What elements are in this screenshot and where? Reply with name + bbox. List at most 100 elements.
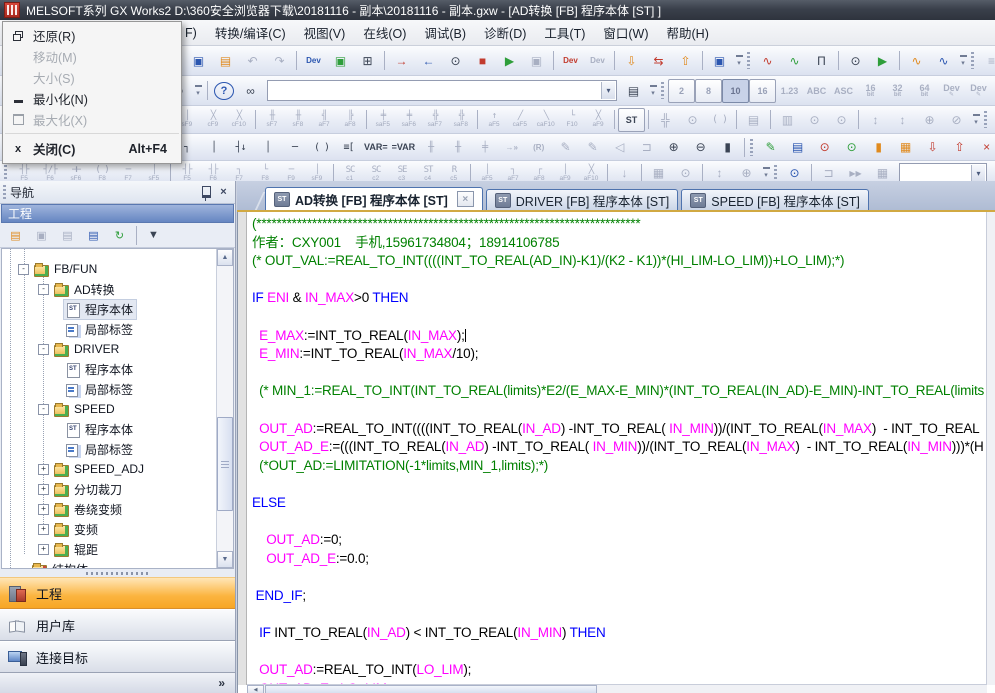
menu-item[interactable]: 在线(O) bbox=[354, 20, 415, 45]
toolbar-button[interactable]: ✎ bbox=[579, 135, 606, 159]
tree-item[interactable]: -AD转换 bbox=[2, 279, 217, 299]
toolbar-button[interactable]: ⊕ bbox=[916, 108, 943, 132]
toolbar-button[interactable]: ◁ bbox=[606, 135, 633, 159]
toolbar-button[interactable]: ⇧ bbox=[672, 49, 699, 73]
toolbar-sampling-trace-button[interactable]: ∿ bbox=[754, 49, 781, 73]
menu-item[interactable]: 窗口(W) bbox=[594, 20, 657, 45]
toolbar-button[interactable]: Π bbox=[808, 49, 835, 73]
menu-item[interactable]: 调试(B) bbox=[415, 20, 475, 45]
menu-item[interactable]: 工具(T) bbox=[535, 20, 594, 45]
toolbar-button[interactable]: ∿ bbox=[781, 49, 808, 73]
toolbar-read-from-plc-button[interactable]: ← bbox=[415, 49, 442, 73]
toolbar-button[interactable]: ▦ bbox=[892, 135, 919, 159]
toolbar-overflow-chevron[interactable]: ▾ bbox=[733, 50, 745, 72]
toolbar-display-mode-button[interactable]: 10 bbox=[722, 79, 749, 103]
toolbar-refresh-button[interactable]: ↻ bbox=[107, 225, 132, 246]
toolbar-monitor-start-button[interactable]: ▶ bbox=[496, 49, 523, 73]
toolbar-undo-button[interactable]: ↶ bbox=[239, 49, 266, 73]
toolbar-button[interactable]: ⇧ bbox=[946, 135, 973, 159]
menu-item[interactable]: 转换/编译(C) bbox=[206, 20, 295, 45]
toolbar-fkey-button[interactable]: ↑aF5 bbox=[481, 108, 507, 131]
toolbar-find-results-button[interactable]: ▤ bbox=[620, 79, 647, 103]
toolbar-button[interactable]: ⊐ bbox=[633, 135, 660, 159]
toolbar-display-mode-button[interactable]: VAR= bbox=[362, 135, 390, 159]
pin-button[interactable] bbox=[199, 185, 214, 199]
tree-item[interactable]: 程序本体 bbox=[2, 299, 217, 319]
tree-expander[interactable]: + bbox=[38, 544, 49, 555]
toolbar-fkey-button[interactable]: ╲caF10 bbox=[533, 108, 559, 131]
toolbar-button[interactable]: ≡ bbox=[978, 49, 995, 73]
system-menu-item[interactable]: 还原(R) bbox=[3, 25, 181, 46]
toolbar-display-mode-button[interactable]: Dev✎ bbox=[938, 79, 965, 103]
toolbar-fkey-button[interactable]: ╱caF5 bbox=[507, 108, 533, 131]
tree-expander[interactable]: - bbox=[38, 344, 49, 355]
toolbar-overflow-chevron[interactable]: ▾ bbox=[192, 80, 204, 102]
toolbar-button[interactable]: ∿ bbox=[903, 49, 930, 73]
system-menu-item[interactable]: x关闭(C)Alt+F4 bbox=[3, 137, 181, 160]
toolbar-fkey-button[interactable]: ╠aF8 bbox=[337, 108, 363, 131]
system-menu-item[interactable]: 最小化(N) bbox=[3, 88, 181, 109]
toolbar-device-display-button[interactable]: ▣ bbox=[327, 49, 354, 73]
toolbar-button[interactable]: ( ) bbox=[706, 108, 733, 132]
toolbar-button[interactable]: │ bbox=[200, 135, 227, 159]
tree-item[interactable]: 局部标签 bbox=[2, 379, 217, 399]
toolbar-filter-button[interactable]: ▼ bbox=[141, 225, 166, 246]
app-icon[interactable] bbox=[4, 2, 20, 18]
toolbar-zoom-in-button[interactable]: ⊕ bbox=[660, 135, 687, 159]
project-tree[interactable]: -FB/FUN-AD转换程序本体局部标签-DRIVER程序本体局部标签-SPEE… bbox=[1, 248, 234, 569]
toolbar-paste-button[interactable]: ▤ bbox=[55, 225, 80, 246]
toolbar-paste-button[interactable]: ▤ bbox=[212, 49, 239, 73]
panel-splitter-handle[interactable] bbox=[0, 569, 235, 577]
toolbar-button[interactable]: ┤↓ bbox=[227, 135, 254, 159]
toolbar-copy-button[interactable]: ▣ bbox=[29, 225, 54, 246]
menu-item[interactable]: 视图(V) bbox=[295, 20, 355, 45]
toolbar-button[interactable]: ▣ bbox=[523, 49, 550, 73]
toolbar-button[interactable]: ≡[ bbox=[335, 135, 362, 159]
toolbar-display-mode-button[interactable]: 64bit bbox=[911, 79, 938, 103]
toolbar-display-mode-button[interactable]: ABC bbox=[803, 79, 830, 103]
toolbar-button[interactable]: ⇩ bbox=[991, 108, 995, 132]
toolbar-button[interactable]: ╫ bbox=[417, 135, 444, 159]
tree-expander[interactable]: - bbox=[38, 404, 49, 415]
toolbar-button[interactable]: ▤ bbox=[784, 135, 811, 159]
toolbar-fkey-button[interactable]: ╳aF9 bbox=[585, 108, 611, 131]
toolbar-edit-mode-button[interactable]: ✎ bbox=[757, 135, 784, 159]
tree-item[interactable]: 程序本体 bbox=[2, 359, 217, 379]
menu-item[interactable]: 诊断(D) bbox=[475, 20, 535, 45]
close-panel-button[interactable]: × bbox=[216, 185, 231, 199]
hscrollbar-thumb[interactable] bbox=[265, 685, 597, 693]
toolbar-button[interactable]: │ bbox=[254, 135, 281, 159]
nav-overflow-bar[interactable]: » bbox=[0, 673, 235, 693]
toolbar-fkey-button[interactable]: ╫sF8 bbox=[285, 108, 311, 131]
toolbar-remote-operation-button[interactable]: ▣ bbox=[706, 49, 733, 73]
toolbar-device-monitor-button[interactable]: Dev bbox=[557, 49, 584, 73]
tree-expander[interactable]: - bbox=[18, 264, 29, 275]
tree-item[interactable]: -SPEED bbox=[2, 399, 217, 419]
toolbar-display-mode-button[interactable]: 16 bbox=[749, 79, 776, 103]
toolbar-overflow-chevron[interactable]: ▾ bbox=[957, 50, 969, 72]
scroll-up-arrow[interactable]: ▲ bbox=[217, 249, 233, 266]
toolbar-fkey-button[interactable]: ╳cF9 bbox=[200, 108, 226, 131]
tree-item[interactable]: -DRIVER bbox=[2, 339, 217, 359]
toolbar-button[interactable]: ⇩ bbox=[618, 49, 645, 73]
toolbar-button[interactable]: ╫ bbox=[444, 135, 471, 159]
nav-overflow-chevron[interactable]: » bbox=[218, 676, 225, 690]
tree-item[interactable]: +SPEED_ADJ bbox=[2, 459, 217, 479]
toolbar-copy-button[interactable]: ▣ bbox=[185, 49, 212, 73]
toolbar-button[interactable]: × bbox=[973, 135, 995, 159]
menu-item[interactable]: 帮助(H) bbox=[658, 20, 718, 45]
toolbar-combobox[interactable] bbox=[267, 80, 617, 101]
toolbar-fkey-button[interactable]: ╣aF7 bbox=[311, 108, 337, 131]
toolbar-monitor-stop-button[interactable]: ■ bbox=[469, 49, 496, 73]
toolbar-display-mode-button[interactable]: 8 bbox=[695, 79, 722, 103]
tree-expander[interactable]: + bbox=[38, 464, 49, 475]
toolbar-button[interactable]: (R) bbox=[525, 135, 552, 159]
tree-expander[interactable]: + bbox=[38, 524, 49, 535]
toolbar-fkey-button[interactable]: ╳cF10 bbox=[226, 108, 252, 131]
toolbar-button[interactable]: ▤ bbox=[740, 108, 767, 132]
toolbar-fkey-button[interactable]: ╬saF7 bbox=[422, 108, 448, 131]
tree-item[interactable]: +辊距 bbox=[2, 539, 217, 559]
code-lines[interactable]: (***************************************… bbox=[247, 215, 987, 685]
toolbar-fkey-button[interactable]: ╪saF6 bbox=[396, 108, 422, 131]
toolbar-monitor-button[interactable]: ⊙ bbox=[442, 49, 469, 73]
